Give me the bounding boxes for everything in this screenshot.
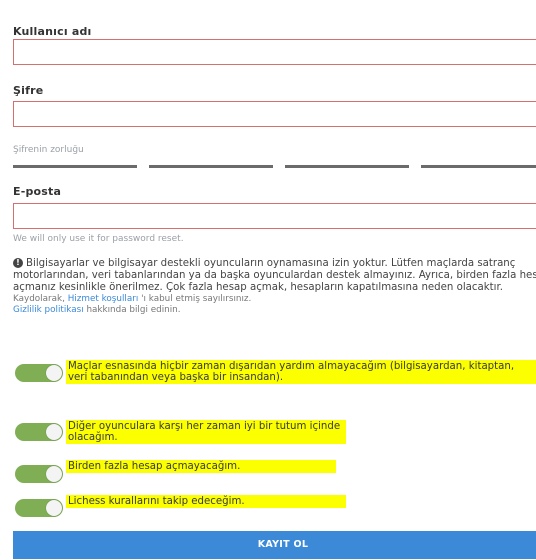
toggle-switch[interactable] <box>15 423 63 441</box>
strength-meter-segment <box>13 165 137 168</box>
agreement-label: Diğer oyunculara karşı her zaman iyi bir… <box>66 420 346 444</box>
privacy-policy-link[interactable]: Gizlilik politikası <box>13 305 84 315</box>
notice-text: Bilgisayarlar ve bilgisayar destekli oyu… <box>13 258 536 293</box>
password-input[interactable] <box>14 102 536 126</box>
info-icon: ! <box>13 258 23 268</box>
toggle-knob <box>46 500 62 516</box>
toggle-knob <box>46 424 62 440</box>
agreement-label: Maçlar esnasında hiçbir zaman dışarıdan … <box>66 360 536 384</box>
email-field[interactable] <box>13 203 536 229</box>
toggle-knob <box>46 466 62 482</box>
agreement-label: Lichess kurallarını takip edeceğim. <box>66 495 346 508</box>
privacy-suffix: hakkında bilgi edinin. <box>83 305 181 315</box>
strength-meter-segment <box>149 165 273 168</box>
terms-of-service-link[interactable]: Hizmet koşulları <box>68 294 139 304</box>
username-label: Kullanıcı adı <box>13 25 92 38</box>
strength-meter-segment <box>421 165 536 168</box>
terms-line: Kaydolarak, Hizmet koşulları 'ı kabul et… <box>13 294 536 305</box>
username-field[interactable] <box>13 39 536 65</box>
privacy-line: Gizlilik politikası hakkında bilgi edini… <box>13 305 536 316</box>
computer-assistance-notice: ! Bilgisayarlar ve bilgisayar destekli oy… <box>13 258 536 316</box>
register-button[interactable]: KAYIT OL <box>13 531 536 559</box>
toggle-knob <box>46 365 62 381</box>
email-helper-text: We will only use it for password reset. <box>13 234 184 244</box>
password-strength-label: Şifrenin zorluğu <box>13 145 84 155</box>
password-field[interactable] <box>13 101 536 127</box>
email-input[interactable] <box>14 204 536 228</box>
agreement-label: Birden fazla hesap açmayacağım. <box>66 460 336 473</box>
terms-prefix: Kaydolarak, <box>13 294 68 304</box>
toggle-switch[interactable] <box>15 364 63 382</box>
password-label: Şifre <box>13 84 44 97</box>
toggle-switch[interactable] <box>15 499 63 517</box>
email-label: E-posta <box>13 185 62 198</box>
toggle-switch[interactable] <box>15 465 63 483</box>
username-input[interactable] <box>14 40 536 64</box>
terms-suffix: 'ı kabul etmiş sayılırsınız. <box>138 294 252 304</box>
strength-meter-segment <box>285 165 409 168</box>
